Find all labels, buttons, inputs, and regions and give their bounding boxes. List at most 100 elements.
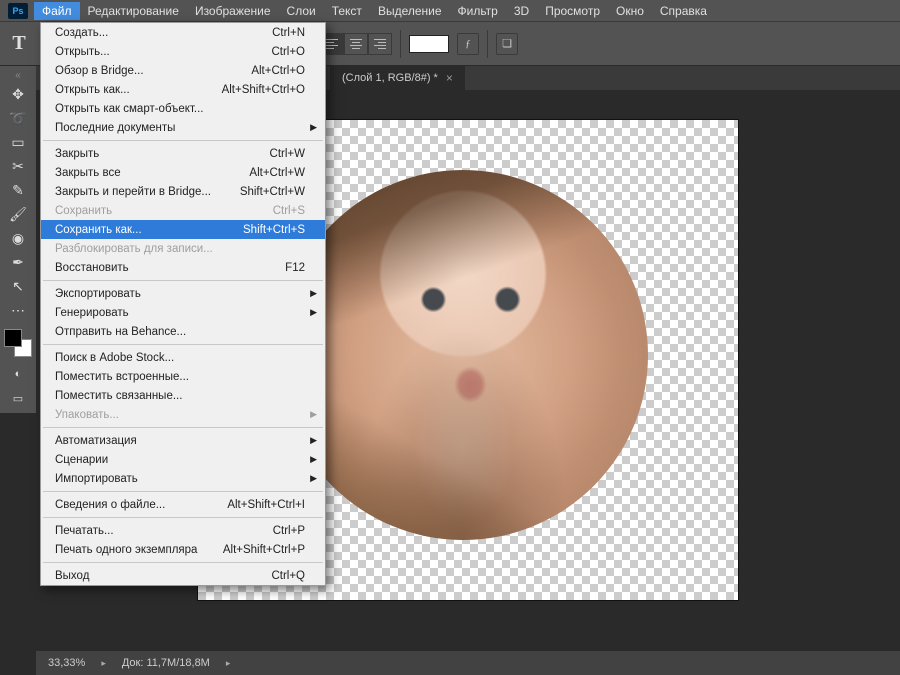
menu-item-label: Сохранить xyxy=(55,205,112,217)
ellipsis-icon[interactable]: ⋯ xyxy=(4,299,32,321)
text-align-group xyxy=(320,33,392,55)
menu-item-label: Генерировать xyxy=(55,307,129,319)
menubar: Ps ФайлРедактированиеИзображениеСлоиТекс… xyxy=(0,0,900,22)
menu-item[interactable]: Импортировать▶ xyxy=(41,469,325,488)
menu-item-shortcut: Alt+Shift+Ctrl+O xyxy=(222,84,305,96)
menu-item[interactable]: Поместить встроенные... xyxy=(41,367,325,386)
menu-item[interactable]: ВосстановитьF12 xyxy=(41,258,325,277)
zoom-level[interactable]: 33,33% xyxy=(48,657,85,669)
menu-item-label: Автоматизация xyxy=(55,435,137,447)
align-center-button[interactable] xyxy=(344,33,368,55)
quickmask-icon[interactable]: ◐ xyxy=(4,363,32,385)
menu-item[interactable]: Печатать...Ctrl+P xyxy=(41,521,325,540)
menu-separator xyxy=(43,140,323,141)
menu-item[interactable]: Обзор в Bridge...Alt+Ctrl+O xyxy=(41,61,325,80)
close-icon[interactable]: × xyxy=(446,71,453,85)
menu-item[interactable]: Сохранить как...Shift+Ctrl+S xyxy=(41,220,325,239)
menu-item-label: Упаковать... xyxy=(55,409,119,421)
menu-item[interactable]: Автоматизация▶ xyxy=(41,431,325,450)
menu-item-shortcut: Ctrl+N xyxy=(272,27,305,39)
menu-item-label: Сведения о файле... xyxy=(55,499,165,511)
document-tab-title: (Слой 1, RGB/8#) * xyxy=(342,72,438,84)
menu-separator xyxy=(43,562,323,563)
menu-item-shortcut: Shift+Ctrl+W xyxy=(240,186,305,198)
menubar-item-фильтр[interactable]: Фильтр xyxy=(450,2,506,20)
menubar-item-выделение[interactable]: Выделение xyxy=(370,2,450,20)
menu-item[interactable]: Сведения о файле...Alt+Shift+Ctrl+I xyxy=(41,495,325,514)
menu-item-label: Закрыть и перейти в Bridge... xyxy=(55,186,211,198)
file-menu-dropdown: Создать... Ctrl+N Открыть... Ctrl+O Обзор в … xyxy=(40,22,326,586)
menubar-item-слои[interactable]: Слои xyxy=(279,2,324,20)
menu-item[interactable]: Последние документы▶ xyxy=(41,118,325,137)
chevron-right-icon[interactable]: ▸ xyxy=(101,658,106,669)
foreground-background-colors[interactable] xyxy=(4,329,32,357)
marquee-tool-icon[interactable]: ▭ xyxy=(4,131,32,153)
screenmode-icon[interactable]: ▭ xyxy=(4,387,32,409)
menu-item[interactable]: ВыходCtrl+Q xyxy=(41,566,325,585)
chevron-right-icon: ▶ xyxy=(310,473,317,484)
menu-item[interactable]: Закрыть и перейти в Bridge... Shift+Ctrl+… xyxy=(41,182,325,201)
menu-item-label: Обзор в Bridge... xyxy=(55,65,144,77)
menu-separator xyxy=(43,491,323,492)
document-tab[interactable]: (Слой 1, RGB/8#) * × xyxy=(330,66,465,90)
text-color-swatch[interactable] xyxy=(409,35,449,53)
menu-item-label: Создать... xyxy=(55,27,108,39)
menu-item-shortcut: Ctrl+W xyxy=(270,148,305,160)
menu-item[interactable]: Экспортировать▶ xyxy=(41,284,325,303)
menubar-item-изображение[interactable]: Изображение xyxy=(187,2,279,20)
collapse-icon[interactable]: « xyxy=(15,70,21,81)
warp-text-button[interactable]: ƒ xyxy=(457,33,479,55)
menubar-item-3d[interactable]: 3D xyxy=(506,2,537,20)
brush-tool-icon[interactable]: 🖌 xyxy=(4,203,32,225)
menu-item[interactable]: Отправить на Behance... xyxy=(41,322,325,341)
chevron-right-icon[interactable]: ▸ xyxy=(226,658,231,669)
crop-tool-icon[interactable]: ✂ xyxy=(4,155,32,177)
chevron-right-icon: ▶ xyxy=(310,454,317,465)
blur-tool-icon[interactable]: ◉ xyxy=(4,227,32,249)
menu-item[interactable]: Закрыть всеAlt+Ctrl+W xyxy=(41,163,325,182)
character-panel-button[interactable]: ❏ xyxy=(496,33,518,55)
lasso-tool-icon[interactable]: ➰ xyxy=(4,107,32,129)
menu-item[interactable]: Открыть... Ctrl+O xyxy=(41,42,325,61)
menu-item[interactable]: Генерировать▶ xyxy=(41,303,325,322)
menu-item[interactable]: Создать... Ctrl+N xyxy=(41,23,325,42)
menubar-item-файл[interactable]: Файл xyxy=(34,2,80,20)
menu-separator xyxy=(43,427,323,428)
menu-separator xyxy=(43,517,323,518)
status-bar: 33,33% ▸ Док: 11,7M/18,8M ▸ xyxy=(36,651,900,675)
menubar-item-просмотр[interactable]: Просмотр xyxy=(537,2,608,20)
pen-tool-icon[interactable]: ✒ xyxy=(4,251,32,273)
menu-item-label: Выход xyxy=(55,570,89,582)
menu-item[interactable]: Сценарии ▶ xyxy=(41,450,325,469)
path-select-icon[interactable]: ↖ xyxy=(4,275,32,297)
menubar-item-редактирование[interactable]: Редактирование xyxy=(80,2,187,20)
menu-item-shortcut: Ctrl+P xyxy=(273,525,305,537)
menu-item-label: Поиск в Adobe Stock... xyxy=(55,352,174,364)
menu-item-label: Восстановить xyxy=(55,262,129,274)
menu-item-label: Открыть... xyxy=(55,46,110,58)
menu-item-shortcut: Alt+Ctrl+W xyxy=(249,167,305,179)
menu-item[interactable]: Открыть как смарт-объект... xyxy=(41,99,325,118)
menu-item[interactable]: Поместить связанные... xyxy=(41,386,325,405)
eyedropper-tool-icon[interactable]: ✎ xyxy=(4,179,32,201)
align-right-button[interactable] xyxy=(368,33,392,55)
menubar-item-текст[interactable]: Текст xyxy=(324,2,370,20)
menu-item[interactable]: Поиск в Adobe Stock... xyxy=(41,348,325,367)
menubar-item-справка[interactable]: Справка xyxy=(652,2,715,20)
menu-item-label: Сценарии xyxy=(55,454,108,466)
menu-item-shortcut: Ctrl+O xyxy=(271,46,305,58)
menu-item: СохранитьCtrl+S xyxy=(41,201,325,220)
menu-item[interactable]: Печать одного экземпляраAlt+Shift+Ctrl+P xyxy=(41,540,325,559)
move-tool-icon[interactable]: ✥ xyxy=(4,83,32,105)
menu-item-label: Закрыть xyxy=(55,148,99,160)
chevron-right-icon: ▶ xyxy=(310,409,317,420)
app-logo: Ps xyxy=(8,3,28,19)
menu-item[interactable]: Закрыть Ctrl+W xyxy=(41,144,325,163)
menu-item-label: Отправить на Behance... xyxy=(55,326,186,338)
tool-palette: « ✥ ➰ ▭ ✂ ✎ 🖌 ◉ ✒ ↖ ⋯ ◐ ▭ xyxy=(0,66,36,413)
menu-item-label: Поместить встроенные... xyxy=(55,371,189,383)
menu-item-label: Последние документы xyxy=(55,122,175,134)
menubar-item-окно[interactable]: Окно xyxy=(608,2,652,20)
menu-item[interactable]: Открыть как...Alt+Shift+Ctrl+O xyxy=(41,80,325,99)
menu-item-label: Поместить связанные... xyxy=(55,390,182,402)
